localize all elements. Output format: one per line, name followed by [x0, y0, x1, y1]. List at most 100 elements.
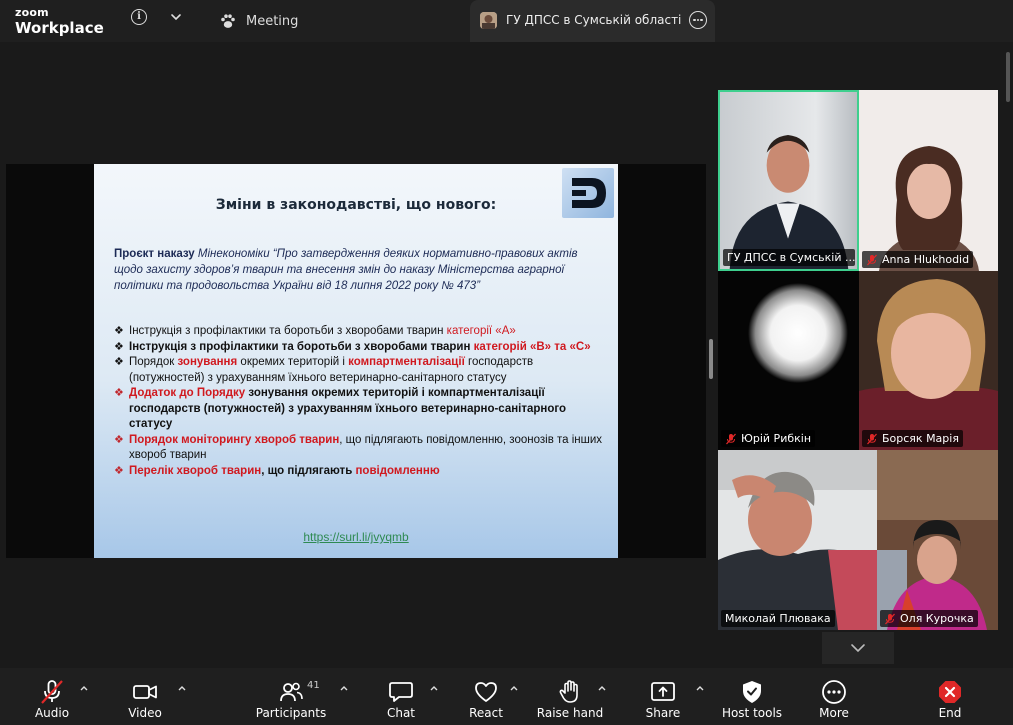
scrollbar-thumb[interactable]: [1006, 52, 1010, 102]
participant-name-label: Борсяк Марія: [862, 430, 963, 447]
bullet-icon: ❖: [114, 340, 124, 353]
chevron-up-icon[interactable]: [597, 684, 607, 692]
chevron-up-icon[interactable]: [695, 684, 705, 692]
participant-tile[interactable]: ГУ ДПСС в Сумській ...: [718, 90, 859, 271]
chevron-up-icon[interactable]: [429, 684, 439, 692]
mic-muted-icon: [41, 680, 63, 704]
participant-video: [718, 450, 877, 630]
chat-bubble-icon: [389, 682, 413, 702]
chat-label: Chat: [386, 706, 416, 720]
participants-label: Participants: [255, 706, 327, 720]
chevron-up-icon[interactable]: [509, 684, 519, 692]
chat-button[interactable]: Chat: [371, 668, 431, 725]
host-tools-label: Host tools: [721, 706, 783, 720]
meeting-tab[interactable]: Meeting: [219, 12, 298, 30]
list-item: ❖ Додаток до Порядку зонування окремих т…: [114, 387, 567, 430]
react-label: React: [469, 706, 503, 720]
more-options-icon: [822, 680, 846, 704]
paw-icon: [221, 14, 235, 28]
raise-hand-icon: [559, 680, 578, 703]
participants-button[interactable]: Participants: [254, 668, 328, 725]
slide-bullet-list: ❖ Інструкція з профілактики та боротьби …: [114, 324, 604, 479]
more-options-icon[interactable]: [689, 11, 707, 29]
participants-count-badge: 41: [307, 680, 320, 691]
bullet-icon: ❖: [114, 433, 124, 446]
raise-hand-button[interactable]: Raise hand: [532, 668, 608, 725]
app-tab-icon: [480, 12, 497, 29]
participant-video: [859, 271, 998, 450]
resize-handle[interactable]: [709, 339, 713, 379]
shared-slide: Зміни в законодавстві, що нового: Проєкт…: [94, 164, 618, 558]
slide-title: Зміни в законодавстві, що нового:: [215, 197, 497, 213]
participant-name-label: Оля Курочка: [880, 610, 978, 627]
participant-video: [877, 450, 998, 630]
end-meeting-button[interactable]: End: [920, 668, 980, 725]
participant-name-label: Миколай Плювака: [721, 610, 835, 627]
slide-project-text: Проєкт наказу Мінекономіки “Про затвердж…: [114, 246, 604, 294]
list-item: ❖ Перелік хвороб тварин, що підлягають п…: [114, 464, 604, 480]
bullet-icon: ❖: [114, 464, 124, 477]
participant-tile[interactable]: Миколай Плювака: [718, 450, 877, 630]
list-item: ❖ Порядок зонування окремих територій і …: [114, 356, 534, 384]
participant-name-label: ГУ ДПСС в Сумській ...: [723, 249, 855, 266]
slide-link[interactable]: https://surl.li/jvyqmb: [94, 530, 618, 544]
chevron-down-icon: [851, 644, 865, 653]
list-item: ❖ Порядок моніторингу хвороб тварин, що …: [114, 433, 603, 462]
chevron-up-icon[interactable]: [79, 684, 89, 692]
meeting-stage: Зміни в законодавстві, що нового: Проєкт…: [0, 42, 1013, 668]
share-screen-icon: [651, 682, 675, 701]
gallery-scrollbar[interactable]: [1005, 52, 1011, 665]
project-lead: Проєкт наказу: [114, 248, 195, 260]
host-tools-button[interactable]: Host tools: [717, 668, 787, 725]
participant-tile[interactable]: Борсяк Марія: [859, 271, 998, 450]
mic-muted-icon: [885, 613, 895, 624]
share-label: Share: [645, 706, 681, 720]
meeting-info-icon[interactable]: i: [131, 9, 147, 25]
bullet-icon: ❖: [114, 356, 124, 368]
screen-share-area: Зміни в законодавстві, що нового: Проєкт…: [6, 164, 706, 558]
end-meeting-icon: [939, 681, 961, 703]
more-label: More: [819, 706, 849, 720]
brand-main-text: Workplace: [15, 19, 104, 37]
active-app-tab[interactable]: ГУ ДПСС в Сумській області Vita: [470, 0, 715, 42]
end-label: End: [938, 706, 962, 720]
brand-top-text: zoom: [15, 6, 49, 19]
participant-tile[interactable]: Юрій Рибкін: [718, 271, 859, 450]
participants-icon: [280, 682, 303, 702]
participant-video: [720, 92, 857, 269]
mic-muted-icon: [867, 254, 877, 265]
audio-label: Audio: [34, 706, 70, 720]
mic-muted-icon: [726, 433, 736, 444]
video-label: Video: [128, 706, 162, 720]
bullet-icon: ❖: [114, 325, 124, 337]
title-bar: zoom Workplace i Meeting ГУ ДПСС в Сумсь…: [0, 0, 1013, 42]
project-ministry: Мінекономіки: [197, 248, 270, 260]
participant-name-label: Anna Hlukhodid: [862, 251, 974, 268]
audio-button[interactable]: Audio: [22, 668, 82, 725]
video-button[interactable]: Video: [115, 668, 175, 725]
video-camera-icon: [133, 685, 157, 699]
raise-hand-label: Raise hand: [536, 706, 604, 720]
bullet-icon: ❖: [114, 387, 124, 399]
share-button[interactable]: Share: [633, 668, 693, 725]
heart-icon: [475, 682, 497, 702]
list-item: ❖ Інструкція з профілактики та боротьби …: [114, 340, 604, 356]
more-button[interactable]: More: [804, 668, 864, 725]
meeting-toolbar: Audio Video Participants 41 Chat React R…: [0, 668, 1013, 725]
participant-name-label: Юрій Рибкін: [721, 430, 816, 447]
react-button[interactable]: React: [456, 668, 516, 725]
participant-video: [859, 90, 998, 271]
active-tab-title: ГУ ДПСС в Сумській області Vita: [506, 13, 684, 27]
gallery-next-page-button[interactable]: [822, 632, 894, 664]
chevron-up-icon[interactable]: [339, 684, 349, 692]
participant-tile[interactable]: Оля Курочка: [877, 450, 998, 630]
participant-video: [718, 271, 859, 450]
zoom-workplace-logo: zoom Workplace: [15, 7, 104, 36]
list-item: ❖ Інструкція з профілактики та боротьби …: [114, 324, 604, 340]
chevron-down-icon[interactable]: [169, 10, 183, 24]
chevron-up-icon[interactable]: [177, 684, 187, 692]
meeting-tab-label: Meeting: [246, 13, 299, 29]
participant-tile[interactable]: Anna Hlukhodid: [859, 90, 998, 271]
shield-icon: [743, 681, 761, 703]
mic-muted-icon: [867, 433, 877, 444]
